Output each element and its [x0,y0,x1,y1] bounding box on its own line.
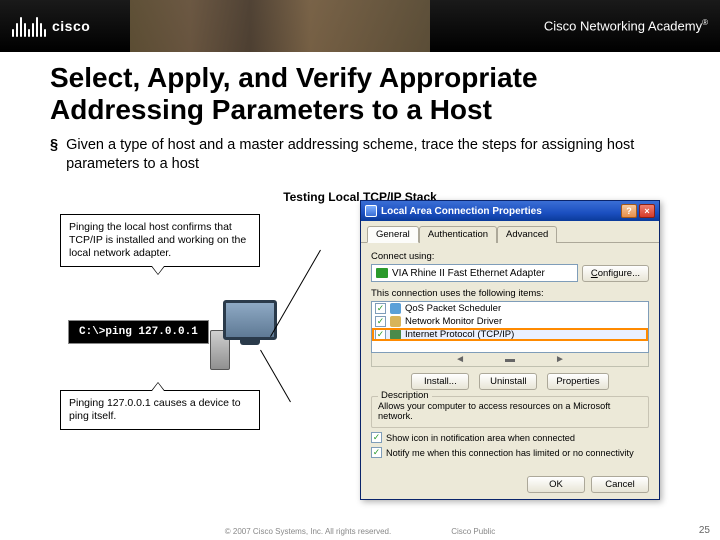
dialog-title-icon [365,205,377,217]
tab-advanced[interactable]: Advanced [497,226,557,243]
uninstall-button[interactable]: Uninstall [479,373,537,390]
install-button[interactable]: Install... [411,373,469,390]
checkbox-icon[interactable]: ✓ [375,329,386,340]
terminal-command: C:\>ping 127.0.0.1 [68,320,209,344]
computer-icon [210,300,290,370]
slide-topbar: cisco Cisco Networking Academy® [0,0,720,52]
bullet-marker-icon: § [50,136,58,174]
description-title: Description [378,390,432,401]
adapter-name: VIA Rhine II Fast Ethernet Adapter [392,268,545,279]
dialog-title: Local Area Connection Properties [381,206,542,217]
dialog-titlebar[interactable]: Local Area Connection Properties ? × [361,201,659,221]
qos-icon [390,303,401,314]
scroll-left-icon[interactable]: ◄ [455,354,465,365]
list-item[interactable]: ✓ QoS Packet Scheduler [372,302,648,315]
netmon-icon [390,316,401,327]
checkbox-icon[interactable]: ✓ [375,303,386,314]
list-scrollbar[interactable]: ◄ ▬ ► [371,353,649,367]
page-number: 25 [699,525,710,536]
nic-icon [376,268,388,278]
connection-items-list[interactable]: ✓ QoS Packet Scheduler ✓ Network Monitor… [371,301,649,353]
checkbox-icon[interactable]: ✓ [371,432,382,443]
description-text: Allows your computer to access resources… [378,401,642,421]
checkbox-icon[interactable]: ✓ [375,316,386,327]
callout-tcpip-installed: Pinging the local host confirms that TCP… [60,214,260,267]
tab-authentication[interactable]: Authentication [419,226,497,243]
cancel-button[interactable]: Cancel [591,476,649,493]
callout-ping-self: Pinging 127.0.0.1 causes a device to pin… [60,390,260,430]
checkbox-icon[interactable]: ✓ [371,447,382,458]
cisco-logo: cisco [12,15,90,37]
show-icon-checkbox-row[interactable]: ✓ Show icon in notification area when co… [371,432,649,443]
notify-checkbox-row[interactable]: ✓ Notify me when this connection has lim… [371,447,649,458]
scroll-thumb[interactable]: ▬ [505,354,515,365]
cisco-wordmark: cisco [52,18,90,34]
items-label: This connection uses the following items… [371,288,649,299]
leader-line [270,250,321,337]
bullet-list: § Given a type of host and a master addr… [0,132,720,174]
list-item-selected[interactable]: ✓ Internet Protocol (TCP/IP) [372,328,648,341]
connect-using-label: Connect using: [371,251,649,262]
close-button[interactable]: × [639,204,655,218]
bullet-text: Given a type of host and a master addres… [66,136,670,174]
slide-title: Select, Apply, and Verify Appropriate Ad… [0,52,720,132]
academy-label: Cisco Networking Academy® [544,18,708,33]
properties-button[interactable]: Properties [547,373,608,390]
adapter-field[interactable]: VIA Rhine II Fast Ethernet Adapter [371,264,578,282]
slide-footer: © 2007 Cisco Systems, Inc. All rights re… [0,527,720,536]
tcpip-icon [390,329,401,340]
connection-properties-dialog: Local Area Connection Properties ? × Gen… [360,200,660,500]
copyright: © 2007 Cisco Systems, Inc. All rights re… [225,527,391,536]
dialog-tabs: General Authentication Advanced [361,221,659,243]
diagram-area: Testing Local TCP/IP Stack Pinging the l… [60,190,660,506]
cisco-bars-icon [12,15,46,37]
tab-general[interactable]: General [367,226,419,243]
list-item[interactable]: ✓ Network Monitor Driver [372,315,648,328]
configure-button[interactable]: Configure... [582,265,649,282]
help-button[interactable]: ? [621,204,637,218]
ok-button[interactable]: OK [527,476,585,493]
bullet-item: § Given a type of host and a master addr… [50,136,670,174]
classification: Cisco Public [451,527,495,536]
scroll-right-icon[interactable]: ► [555,354,565,365]
description-group: Description Allows your computer to acce… [371,396,649,428]
